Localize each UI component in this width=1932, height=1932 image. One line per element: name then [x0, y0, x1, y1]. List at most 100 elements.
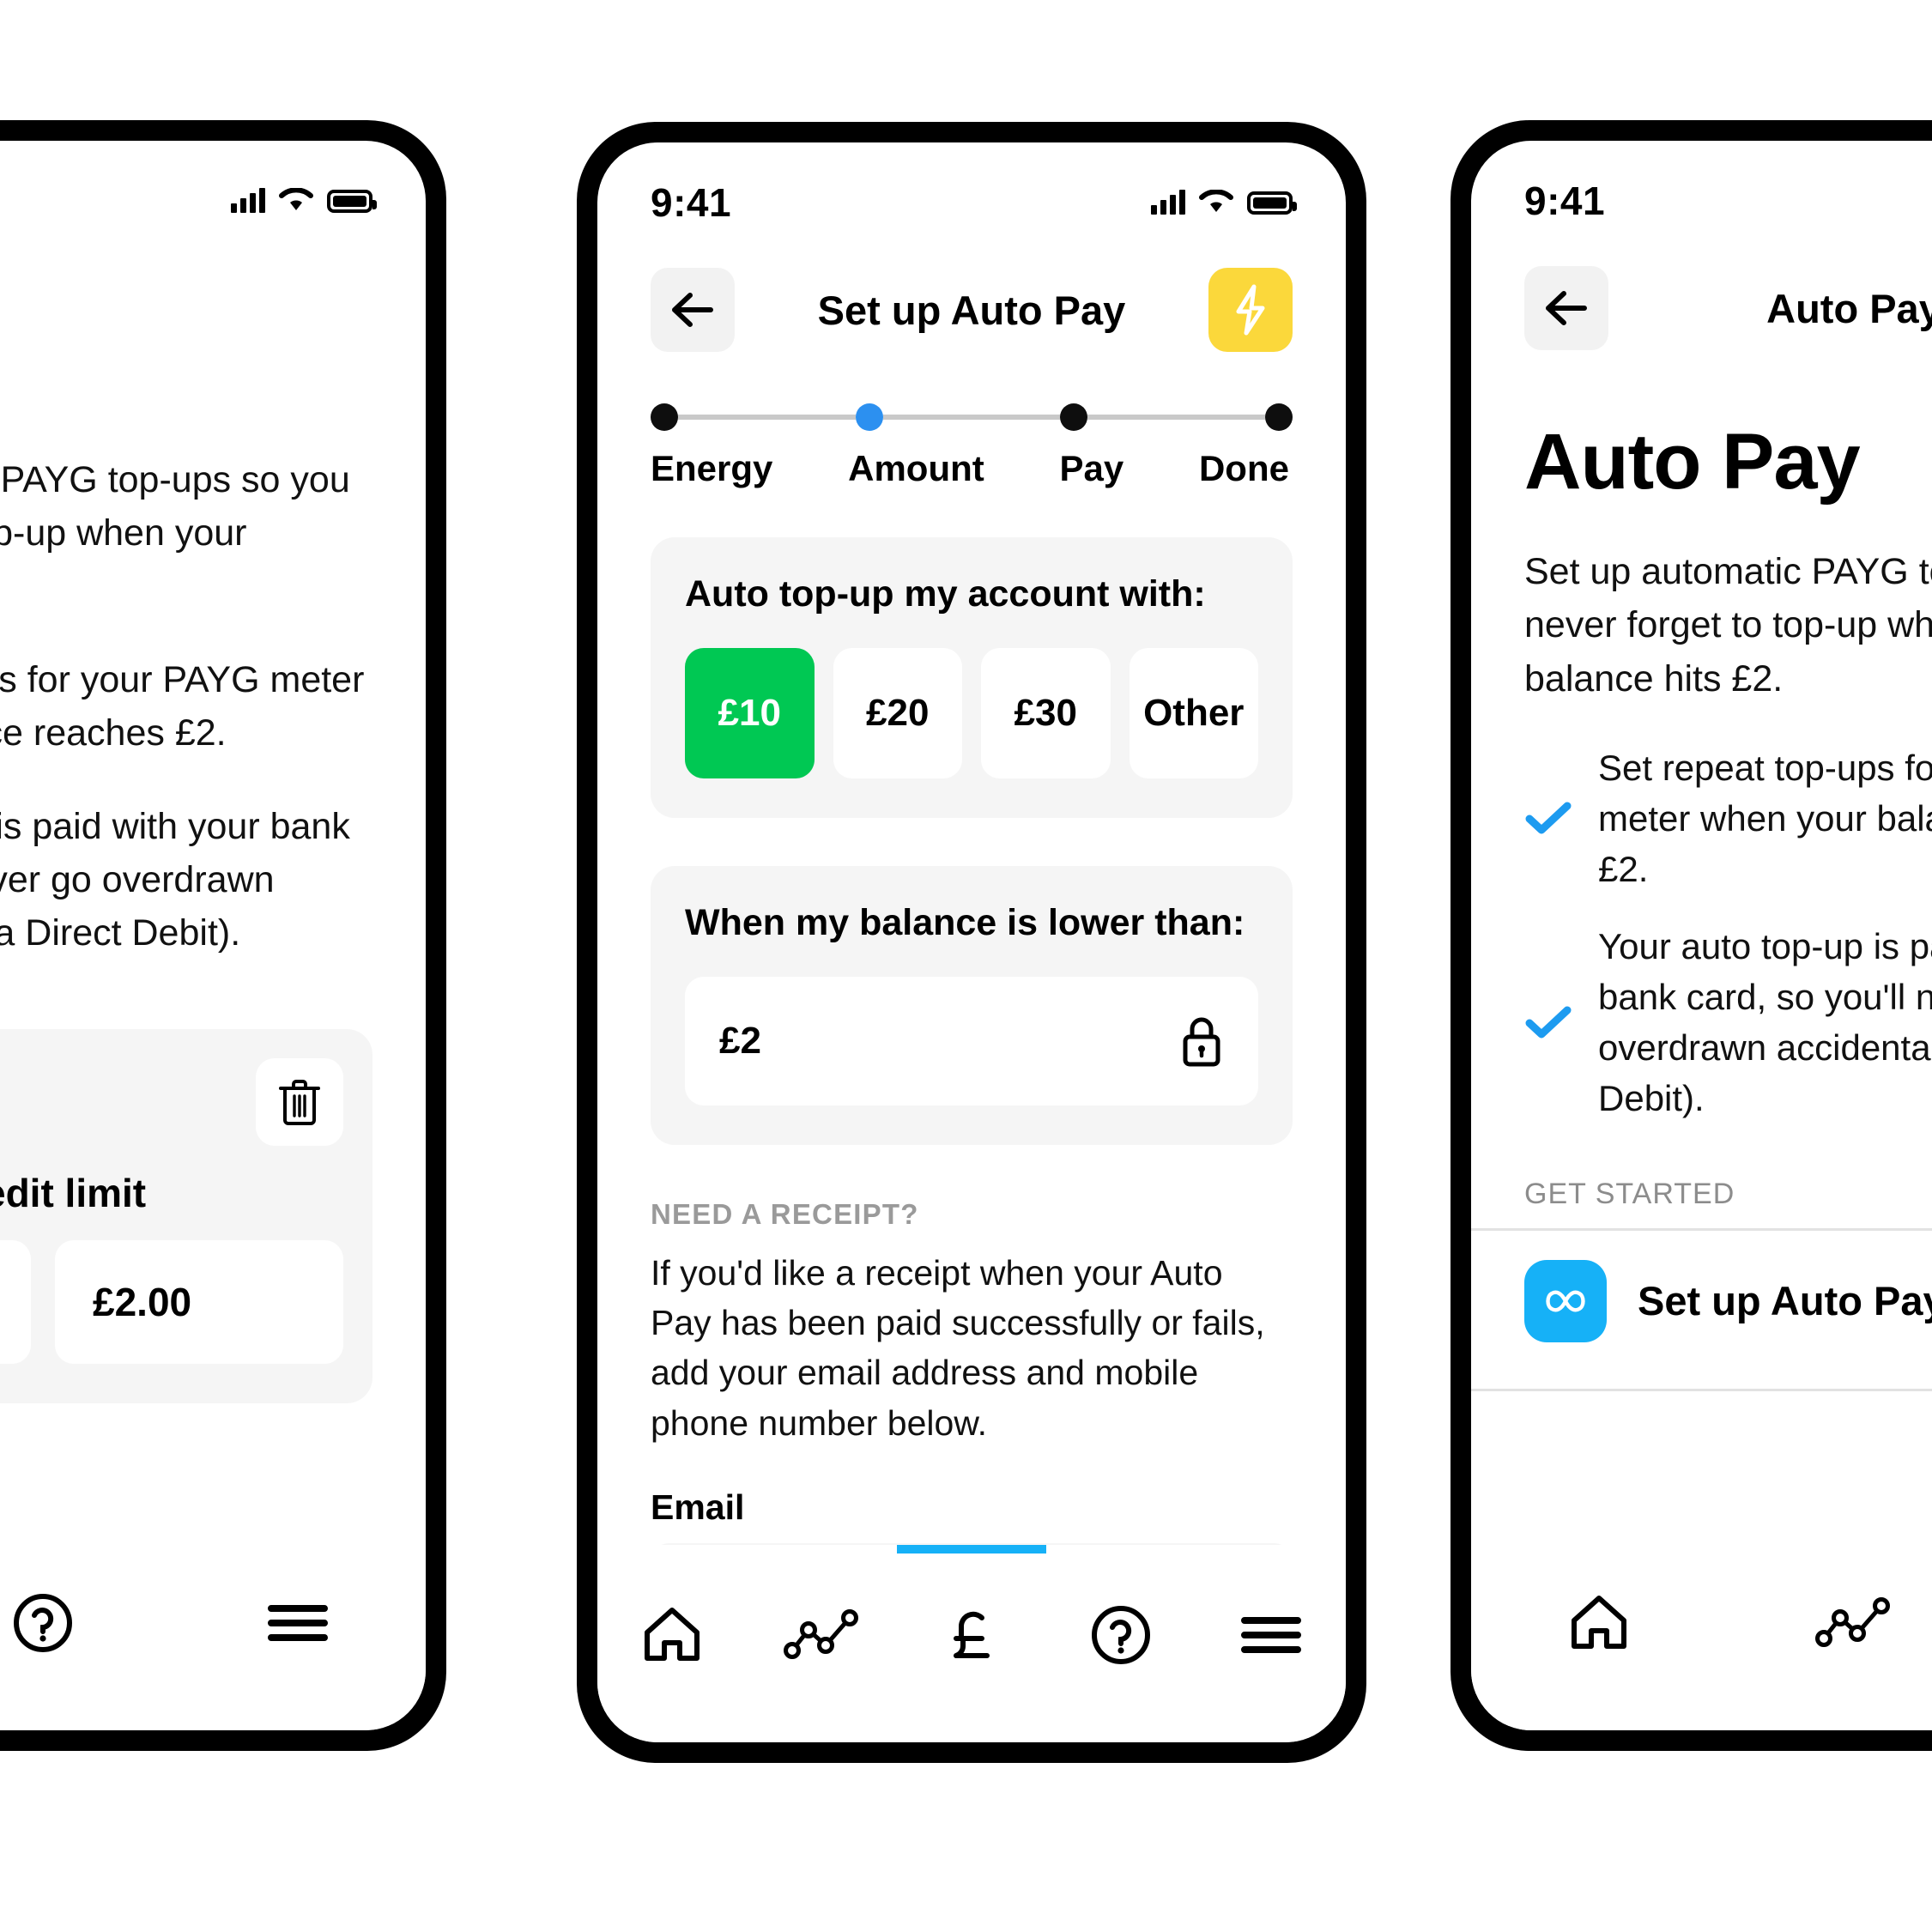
usage-icon	[783, 1609, 858, 1659]
divider-bottom	[1471, 1388, 1932, 1391]
threshold-card-title: When my balance is lower than:	[685, 902, 1245, 943]
progress-stepper: Energy Amount Pay Done	[597, 352, 1346, 489]
receipt-body: If you'd like a receipt when your Auto P…	[651, 1253, 1265, 1443]
wifi-icon	[1199, 190, 1233, 212]
infinity-icon-wrapper	[1524, 1259, 1607, 1342]
check-icon	[1525, 1006, 1572, 1039]
email-label: Email	[651, 1487, 745, 1527]
threshold-value: £2	[719, 1020, 761, 1062]
hero-title: Auto Pay	[1524, 418, 1861, 506]
trash-icon	[279, 1079, 320, 1125]
tab-money[interactable]	[897, 1602, 1046, 1668]
tab-usage[interactable]	[1726, 1597, 1932, 1649]
tab-bar-left	[0, 1533, 426, 1730]
tab-bar-middle	[597, 1545, 1346, 1742]
section-heading: GET STARTED	[1524, 1177, 1735, 1210]
tab-list	[1471, 1559, 1932, 1687]
benefits-list: Set repeat top-ups for your PAYG meter w…	[1471, 743, 1932, 1124]
tab-usage[interactable]	[747, 1609, 896, 1661]
tab-bar-right	[1471, 1533, 1932, 1730]
list-item-label: Set up Auto Pay	[1638, 1278, 1932, 1324]
screen-set-up-auto-pay: 9:41 Set up Auto Pay Energy Amount Pay D…	[597, 142, 1346, 1742]
status-bar-right: 9:41	[1471, 141, 1932, 235]
benefit-text: Your auto top-up is paid with your bank …	[1598, 926, 1932, 1118]
credit-limit-value[interactable]: £2.00	[55, 1239, 343, 1364]
amount-options: £10 £20 £30 Other	[685, 648, 1258, 778]
step-dot-energy[interactable]	[651, 403, 678, 431]
energy-boost-button[interactable]	[1208, 268, 1293, 352]
amount-card-title: Auto top-up my account with:	[685, 573, 1206, 615]
usage-icon	[1814, 1597, 1890, 1647]
step-dot-amount[interactable]	[855, 403, 883, 431]
credit-limit-card: Credit limit £2.00	[0, 1028, 372, 1403]
signal-icon	[1151, 190, 1185, 215]
bullet-1: Set repeat top-ups for your PAYG meter w…	[0, 659, 365, 754]
credit-limit-field-secondary[interactable]	[0, 1239, 31, 1364]
tab-menu[interactable]	[171, 1600, 426, 1646]
back-arrow-icon	[672, 293, 713, 327]
tab-home[interactable]	[597, 1605, 747, 1665]
tab-menu[interactable]	[1196, 1612, 1346, 1658]
wifi-icon	[279, 188, 313, 210]
tab-help[interactable]	[1046, 1603, 1196, 1667]
benefit-item: Set repeat top-ups for your PAYG meter w…	[1524, 743, 1932, 894]
stepper-labels: Energy Amount Pay Done	[651, 448, 1293, 489]
phone-middle: 9:41 Set up Auto Pay Energy Amount Pay D…	[577, 122, 1366, 1763]
step-label-energy: Energy	[651, 448, 773, 488]
pound-icon	[954, 1611, 990, 1658]
status-time: 9:41	[1524, 179, 1606, 223]
tab-home[interactable]	[1471, 1593, 1726, 1653]
step-dot-pay[interactable]	[1060, 403, 1088, 431]
amount-option-30[interactable]: £30	[981, 648, 1111, 778]
tab-list	[597, 1571, 1346, 1699]
tab-help[interactable]	[0, 1591, 171, 1655]
lightning-bolt-icon	[1236, 284, 1265, 336]
intro-paragraph: Set up automatic PAYG top-ups so you nev…	[0, 459, 350, 554]
step-line-2	[882, 415, 1061, 420]
status-icons	[231, 188, 377, 214]
lock-icon	[1183, 1017, 1220, 1067]
step-dot-done[interactable]	[1265, 403, 1293, 431]
signal-icon	[231, 188, 265, 213]
active-tab-indicator	[896, 1545, 1047, 1553]
battery-icon	[327, 189, 377, 213]
amount-option-other[interactable]: Other	[1129, 648, 1258, 778]
menu-icon	[1240, 1617, 1301, 1653]
credit-limit-label: Credit limit	[0, 1170, 147, 1215]
amount-option-10[interactable]: £10	[685, 648, 815, 778]
infinity-icon	[1546, 1290, 1585, 1312]
back-button[interactable]	[651, 268, 735, 352]
status-bar-middle: 9:41	[597, 142, 1346, 237]
step-line-1	[678, 415, 856, 420]
phone-right: 9:41 Auto Pay Auto Pay Set up automatic …	[1451, 120, 1932, 1751]
list-item-set-up-auto-pay[interactable]: Set up Auto Pay	[1471, 1231, 1932, 1372]
benefit-text: Set repeat top-ups for your PAYG meter w…	[1598, 748, 1932, 889]
battery-icon	[1247, 191, 1297, 215]
back-button[interactable]	[1524, 266, 1608, 350]
home-icon	[1571, 1596, 1626, 1649]
help-icon	[13, 1594, 72, 1652]
tab-list	[0, 1559, 426, 1687]
nav-bar-middle: Set up Auto Pay	[597, 237, 1346, 352]
stepper-track	[651, 403, 1293, 431]
step-label-pay: Pay	[1059, 448, 1124, 488]
status-icons	[1151, 190, 1297, 215]
nav-bar-right: Auto Pay	[1471, 235, 1932, 350]
threshold-card: When my balance is lower than: £2	[651, 866, 1293, 1145]
benefit-item: Your auto top-up is paid with your bank …	[1524, 922, 1932, 1123]
threshold-field[interactable]: £2	[685, 977, 1258, 1105]
step-label-done: Done	[1198, 448, 1289, 488]
screen-auto-pay-settings: 9:41 Auto Pay Set up automatic PAYG top-…	[0, 141, 426, 1730]
menu-icon	[268, 1605, 329, 1641]
status-time: 9:41	[651, 180, 732, 225]
delete-button[interactable]	[256, 1057, 343, 1146]
check-icon	[1525, 802, 1572, 834]
page-title: Auto Pay	[0, 275, 426, 324]
status-bar-left: 9:41	[0, 141, 426, 235]
step-label-amount: Amount	[848, 448, 984, 488]
step-line-3	[1087, 415, 1266, 420]
back-arrow-icon	[1546, 291, 1587, 325]
amount-option-20[interactable]: £20	[833, 648, 962, 778]
home-icon	[645, 1608, 700, 1661]
help-icon	[1092, 1606, 1151, 1664]
